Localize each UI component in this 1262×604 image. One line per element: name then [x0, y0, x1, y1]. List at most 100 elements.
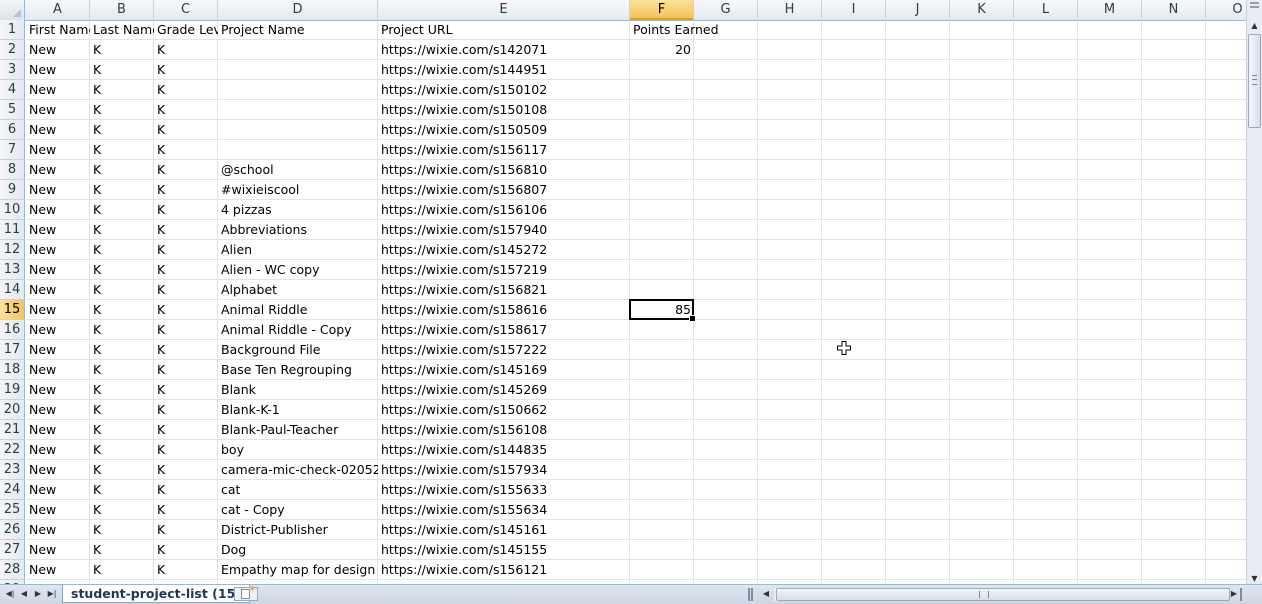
table-cell-first-name[interactable]: New [26, 460, 90, 480]
table-cell-grade[interactable]: K [154, 260, 218, 280]
row-header-27[interactable]: 27 [0, 540, 25, 560]
table-cell-last-name[interactable]: K [90, 340, 154, 360]
horizontal-scroll-thumb[interactable] [776, 588, 1230, 601]
table-cell-grade[interactable]: K [154, 400, 218, 420]
column-header-k[interactable]: K [950, 0, 1014, 20]
table-cell-project-url[interactable]: https://wixie.com/s156117 [378, 140, 630, 160]
row-header-16[interactable]: 16 [0, 320, 25, 340]
table-cell-first-name[interactable]: New [26, 240, 90, 260]
table-cell-project-url[interactable]: https://wixie.com/s157219 [378, 260, 630, 280]
table-cell-project-name[interactable]: Empathy map for design [218, 560, 378, 580]
row-header-22[interactable]: 22 [0, 440, 25, 460]
table-cell-project-url[interactable]: https://wixie.com/s156108 [378, 420, 630, 440]
last-sheet-icon[interactable]: ▶| [46, 587, 58, 601]
table-cell-project-url[interactable]: https://wixie.com/s144951 [378, 60, 630, 80]
table-cell-last-name[interactable]: K [90, 420, 154, 440]
table-cell-grade[interactable]: K [154, 100, 218, 120]
table-cell-grade[interactable]: K [154, 360, 218, 380]
table-cell-project-name[interactable] [218, 100, 378, 120]
table-cell-first-name[interactable]: New [26, 80, 90, 100]
select-all-corner[interactable] [0, 0, 25, 20]
table-cell-grade[interactable]: K [154, 540, 218, 560]
table-cell-last-name[interactable]: K [90, 220, 154, 240]
table-cell-project-url[interactable]: https://wixie.com/s156821 [378, 280, 630, 300]
next-sheet-icon[interactable]: ▶ [32, 587, 44, 601]
table-cell-project-url[interactable]: https://wixie.com/s156121 [378, 560, 630, 580]
table-cell-first-name[interactable]: New [26, 300, 90, 320]
table-cell-project-name[interactable] [218, 80, 378, 100]
row-header-21[interactable]: 21 [0, 420, 25, 440]
table-cell-first-name[interactable]: New [26, 520, 90, 540]
table-cell-grade[interactable]: K [154, 140, 218, 160]
spreadsheet-grid[interactable]: ABCDEFGHIJKLMNO 1 2 3 4 5 6 7 8 9 10 11 12 13 14 15 16 1… [0, 0, 1246, 584]
table-cell-project-url[interactable]: https://wixie.com/s156810 [378, 160, 630, 180]
table-cell-project-name[interactable] [218, 40, 378, 60]
table-cell-grade[interactable]: K [154, 340, 218, 360]
table-cell-last-name[interactable]: K [90, 140, 154, 160]
table-cell-first-name[interactable]: New [26, 60, 90, 80]
table-cell-first-name[interactable]: New [26, 280, 90, 300]
table-cell-project-url[interactable]: https://wixie.com/s155634 [378, 500, 630, 520]
table-cell-first-name[interactable]: New [26, 380, 90, 400]
row-header-12[interactable]: 12 [0, 240, 25, 260]
table-cell-grade[interactable]: K [154, 380, 218, 400]
table-cell-project-name[interactable]: 4 pizzas [218, 200, 378, 220]
table-cell-project-name[interactable]: camera-mic-check-020521 [218, 460, 378, 480]
row-header-17[interactable]: 17 [0, 340, 25, 360]
scroll-left-icon[interactable]: ◀ [760, 587, 772, 601]
table-cell-project-name[interactable]: Blank-Paul-Teacher [218, 420, 378, 440]
table-cell-project-name[interactable]: cat - Copy [218, 500, 378, 520]
table-cell-project-url[interactable]: https://wixie.com/s156807 [378, 180, 630, 200]
table-cell-last-name[interactable]: K [90, 120, 154, 140]
table-cell-grade[interactable]: K [154, 460, 218, 480]
table-cell-last-name[interactable]: K [90, 100, 154, 120]
table-cell-grade[interactable]: K [154, 120, 218, 140]
table-cell-first-name[interactable]: New [26, 400, 90, 420]
table-cell-project-name[interactable]: Background File [218, 340, 378, 360]
column-header-b[interactable]: B [90, 0, 154, 20]
row-header-28[interactable]: 28 [0, 560, 25, 580]
row-header-1[interactable]: 1 [0, 20, 25, 40]
table-cell-first-name[interactable]: New [26, 220, 90, 240]
table-cell-project-name[interactable]: Animal Riddle - Copy [218, 320, 378, 340]
table-cell-last-name[interactable]: K [90, 520, 154, 540]
table-cell-project-url[interactable]: https://wixie.com/s150662 [378, 400, 630, 420]
table-cell-grade[interactable]: K [154, 420, 218, 440]
table-cell-project-url[interactable]: https://wixie.com/s145269 [378, 380, 630, 400]
table-cell-project-name[interactable]: Base Ten Regrouping [218, 360, 378, 380]
row-header-11[interactable]: 11 [0, 220, 25, 240]
table-cell-last-name[interactable]: K [90, 440, 154, 460]
table-cell-first-name[interactable]: New [26, 340, 90, 360]
table-cell-grade[interactable]: K [154, 560, 218, 580]
table-cell-project-url[interactable]: https://wixie.com/s145161 [378, 520, 630, 540]
table-cell-last-name[interactable]: K [90, 300, 154, 320]
first-sheet-icon[interactable]: ◀| [4, 587, 16, 601]
column-header-e[interactable]: E [378, 0, 630, 20]
column-header-d[interactable]: D [218, 0, 378, 20]
scroll-up-icon[interactable]: ▲ [1247, 18, 1262, 33]
row-header-26[interactable]: 26 [0, 520, 25, 540]
insert-worksheet-icon[interactable]: ✶ [234, 585, 258, 601]
column-header-o[interactable]: O [1206, 0, 1246, 20]
row-header-23[interactable]: 23 [0, 460, 25, 480]
table-cell-project-url[interactable]: https://wixie.com/s145155 [378, 540, 630, 560]
column-header-c[interactable]: C [154, 0, 218, 20]
table-cell-grade[interactable]: K [154, 300, 218, 320]
table-cell-grade[interactable]: K [154, 160, 218, 180]
table-cell-first-name[interactable]: New [26, 200, 90, 220]
row-header-6[interactable]: 6 [0, 120, 25, 140]
table-cell-project-url[interactable]: https://wixie.com/s142071 [378, 40, 630, 60]
table-cell-project-name[interactable] [218, 120, 378, 140]
column-header-h[interactable]: H [758, 0, 822, 20]
table-cell-project-url[interactable]: https://wixie.com/s150102 [378, 80, 630, 100]
table-cell-first-name[interactable]: New [26, 320, 90, 340]
sheet-tab-student-project-list[interactable]: student-project-list (15) [62, 585, 250, 603]
cell-area[interactable]: First NameLast NameGrade LevelProject Na… [26, 20, 1246, 584]
first-name-header[interactable]: First Name [26, 20, 90, 40]
table-cell-grade[interactable]: K [154, 500, 218, 520]
prev-sheet-icon[interactable]: ◀ [18, 587, 30, 601]
table-cell-last-name[interactable]: K [90, 480, 154, 500]
row-header-15[interactable]: 15 [0, 300, 25, 320]
table-cell-project-url[interactable]: https://wixie.com/s145169 [378, 360, 630, 380]
row-header-24[interactable]: 24 [0, 480, 25, 500]
